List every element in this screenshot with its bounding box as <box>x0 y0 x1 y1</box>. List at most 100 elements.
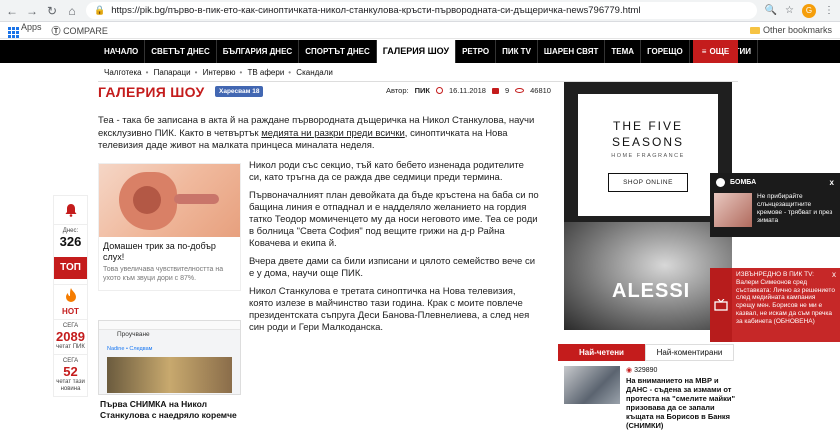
ad-brand-box: THE FIVE SEASONS HOME FRAGRANCE SHOP ONL… <box>578 94 718 216</box>
related-image-row: Nadine • Следвам <box>107 346 153 352</box>
related-title: Първа СНИМКА на Никол Станкулова с наедр… <box>100 399 237 420</box>
nav-item[interactable]: ТЕМА <box>605 40 642 63</box>
subnav-item[interactable]: ТВ афери <box>239 68 290 77</box>
popup-thumbnail <box>714 193 752 227</box>
paragraph: Първоначалният план девойката да бъде кр… <box>249 190 539 249</box>
home-icon[interactable]: ⌂ <box>66 4 78 18</box>
menu-icon[interactable]: ⋮ <box>824 5 834 16</box>
article-body: Никол роди със секцио, тъй като бебето и… <box>249 160 539 340</box>
bomb-icon <box>716 177 725 187</box>
ad-product-image <box>564 222 732 330</box>
ad-logo: ALESSI <box>612 280 691 302</box>
browser-toolbar: ← → ↻ ⌂ 🔒 https://pik.bg/първо-в-пик-ето… <box>0 0 840 22</box>
promo-title: Домашен трик за по-добър слух! <box>103 241 216 262</box>
eye-icon <box>515 88 525 93</box>
notification-popup[interactable]: БОМБА x Не прибирайте слънцезащитните кре… <box>710 173 840 237</box>
promo-card[interactable]: Домашен трик за по-добър слух! Това увел… <box>98 163 241 291</box>
shop-online-button[interactable]: SHOP ONLINE <box>608 173 688 192</box>
popup-text: Не прибирайте слънцезащитните кремове - … <box>757 193 833 224</box>
comment-count[interactable]: 9 <box>505 86 509 95</box>
nav-item[interactable]: РЕТРО <box>456 40 497 63</box>
bell-icon[interactable] <box>54 196 87 224</box>
tv-icon <box>710 268 732 342</box>
comment-icon[interactable] <box>491 87 499 94</box>
readers-count: 2089 <box>56 329 85 344</box>
popular-tabs: Най-четени Най-коментирани <box>558 344 734 361</box>
other-bookmarks[interactable]: Other bookmarks <box>749 25 832 35</box>
extension-icon[interactable]: G <box>802 3 816 18</box>
top-news-item[interactable]: ◉ 329890 На вниманието на МВР и ДАНС - с… <box>564 366 736 430</box>
related-article-card[interactable]: Проучване Nadine • Следвам Първа СНИМКА … <box>98 320 241 430</box>
paragraph: Никол роди със секцио, тъй като бебето и… <box>249 160 524 183</box>
star-icon[interactable]: ☆ <box>785 5 794 16</box>
author-label: Автор: <box>386 86 409 95</box>
nav-item[interactable]: НАЧАЛО <box>98 40 146 63</box>
ad-brand-line1: THE FIVE <box>612 119 683 133</box>
news-thumbnail <box>564 366 620 404</box>
nav-item[interactable]: ГАЛЕРИЯ ШОУ <box>376 40 457 63</box>
subnav-item[interactable]: Папараци <box>146 68 197 77</box>
date: 16.11.2018 <box>448 86 486 95</box>
news-readers-sub: четат тази новина <box>56 379 85 392</box>
news-readers-count: 52 <box>63 364 78 379</box>
reload-icon[interactable]: ↻ <box>46 4 58 18</box>
ad-brand-line2: SEASONS <box>611 135 685 149</box>
author-name: ПИК <box>414 86 430 95</box>
related-image-header: Проучване <box>117 331 150 338</box>
url-text: https://pik.bg/първо-в-пик-ето-как-синоп… <box>111 5 641 16</box>
subnav-item[interactable]: Интервю <box>195 68 242 77</box>
nav-item[interactable]: ПИК TV <box>496 40 538 63</box>
article-meta: Автор: ПИК 16.11.2018 9 46810 <box>386 86 551 95</box>
nav-item[interactable]: СВЕТЪТ ДНЕС <box>145 40 217 63</box>
nav-item[interactable]: СПОРТЪТ ДНЕС <box>299 40 377 63</box>
eye-icon: ◉ <box>626 367 633 374</box>
inline-link[interactable]: медията ни разкри преди всички <box>261 128 405 139</box>
readers-sub: четат ПИК <box>56 344 85 350</box>
nav-item[interactable]: БЪЛГАРИЯ ДНЕС <box>217 40 300 63</box>
breaking-text: ИЗВЪНРЕДНО В ПИК TV: Валери Симеонов сре… <box>732 268 840 342</box>
view-count: 46810 <box>530 86 551 95</box>
article-lead: Теа - така бе записана в акта й на ражда… <box>98 115 535 151</box>
hot-button[interactable]: HOT <box>54 307 87 316</box>
stats-sidebar: Днес: 326 ТОП HOT СЕГА 2089 четат ПИК СЕГА 5… <box>53 195 88 397</box>
popup-label: БОМБА <box>730 178 757 186</box>
forward-arrow-icon[interactable]: → <box>26 4 38 18</box>
sub-nav: ЧалготекаПапарациИнтервюТВ афериСкандали <box>98 65 339 80</box>
news-title: На вниманието на МВР и ДАНС - съдена за … <box>626 376 736 430</box>
advertisement[interactable]: THE FIVE SEASONS HOME FRAGRANCE SHOP ONL… <box>564 82 732 330</box>
apps-bookmark[interactable]: Apps <box>8 22 42 38</box>
ad-tagline: HOME FRAGRANCE <box>611 153 685 159</box>
address-bar[interactable]: 🔒 https://pik.bg/първо-в-пик-ето-как-син… <box>86 2 757 19</box>
news-views: ◉ 329890 <box>626 367 658 374</box>
nav-item[interactable]: ШАРЕН СВЯТ <box>538 40 606 63</box>
hamburger-icon: ≡ <box>701 47 707 56</box>
calendar-icon <box>435 87 443 94</box>
facebook-like-button[interactable]: Харесвам 18 <box>215 86 264 97</box>
folder-icon <box>749 27 760 35</box>
paragraph: Вчера двете дами са били изписани и цяло… <box>249 256 536 279</box>
paragraph: Никол Станкулова е третата синоптичка на… <box>249 286 530 333</box>
top-button[interactable]: ТОП <box>54 257 87 279</box>
bookmarks-bar: Apps Ⓣ COMPARE Other bookmarks <box>0 22 840 39</box>
related-image: Проучване Nadine • Следвам <box>98 320 241 395</box>
more-button[interactable]: ≡ ОЩЕ <box>693 40 738 63</box>
subnav-item[interactable]: Скандали <box>288 68 339 77</box>
close-icon[interactable]: x <box>830 178 834 187</box>
today-count: 326 <box>59 234 82 249</box>
zoom-icon[interactable]: 🔍 <box>765 5 777 16</box>
back-arrow-icon[interactable]: ← <box>6 4 18 18</box>
breaking-news-popup[interactable]: ИЗВЪНРЕДНО В ПИК TV: Валери Симеонов сре… <box>710 268 840 342</box>
nav-item[interactable]: ГОРЕЩО <box>641 40 690 63</box>
flame-icon <box>54 288 87 307</box>
ear-image <box>99 164 240 237</box>
subnav-item[interactable]: Чалготека <box>98 68 148 77</box>
promo-desc: Това увеличава чувствителността на ухото… <box>103 266 224 282</box>
compare-bookmark[interactable]: Ⓣ COMPARE <box>52 24 108 37</box>
lock-icon: 🔒 <box>94 5 106 15</box>
compare-logo-icon: Ⓣ <box>51 25 61 36</box>
close-icon[interactable]: x <box>832 270 836 279</box>
section-title: ГАЛЕРИЯ ШОУ <box>98 84 205 100</box>
main-nav: НАЧАЛО СВЕТЪТ ДНЕС БЪЛГАРИЯ ДНЕС СПОРТЪТ ДН… <box>98 40 758 63</box>
tab-most-commented[interactable]: Най-коментирани <box>645 344 734 361</box>
tab-most-read[interactable]: Най-четени <box>558 344 645 361</box>
